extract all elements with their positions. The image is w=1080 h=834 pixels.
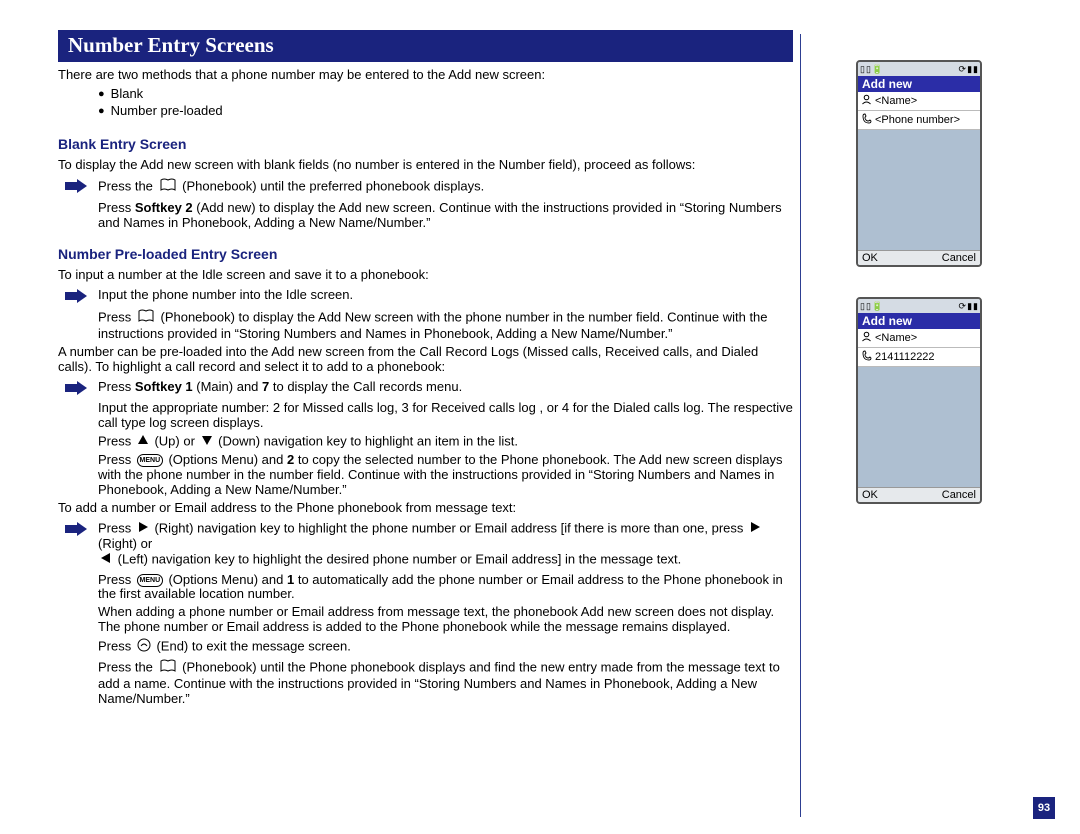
- left-arrow-icon: [100, 552, 112, 568]
- softkey-left[interactable]: OK: [862, 489, 878, 501]
- status-icon: ▯: [860, 301, 865, 312]
- sub-step: Press MENU (Options Menu) and 2 to copy …: [98, 453, 793, 498]
- number-field: <Phone number>: [858, 111, 980, 130]
- page-root: Number Entry Screens There are two metho…: [0, 0, 1080, 834]
- pointing-hand-icon: [63, 288, 95, 304]
- status-icon: ▯: [866, 301, 871, 312]
- step-row: Press Softkey 1 (Main) and 7 to display …: [58, 380, 793, 396]
- up-arrow-icon: [137, 434, 149, 450]
- menu-key-icon: MENU: [137, 574, 163, 587]
- para: To add a number or Email address to the …: [58, 501, 793, 516]
- sub-step: Press (Up) or (Down) navigation key to h…: [98, 434, 793, 450]
- page-number: 93: [1033, 797, 1055, 819]
- step-text: Press (Right) navigation key to highligh…: [98, 521, 793, 568]
- pointing-hand-icon: [63, 380, 95, 396]
- signal-icon: ▮: [973, 64, 978, 75]
- phone-body: [858, 367, 980, 487]
- phone-mock-preloaded: ▯ ▯ 🔋 ⟳ ▮ ▮ Add new <Name>: [856, 297, 982, 504]
- section-header: Number Entry Screens: [58, 30, 793, 62]
- phonebook-icon: [159, 659, 177, 677]
- softkey-right[interactable]: Cancel: [942, 489, 976, 501]
- end-key-icon: [137, 638, 151, 656]
- field-value: <Phone number>: [875, 114, 960, 126]
- right-column: ▯ ▯ 🔋 ⟳ ▮ ▮ Add new <Name>: [856, 60, 986, 534]
- field-value: 2141112222: [875, 351, 935, 363]
- blank-lead: To display the Add new screen with blank…: [58, 158, 793, 173]
- preloaded-heading: Number Pre-loaded Entry Screen: [58, 246, 793, 262]
- blank-heading: Blank Entry Screen: [58, 136, 793, 152]
- step-row: Press (Right) navigation key to highligh…: [58, 521, 793, 568]
- name-field: <Name>: [858, 329, 980, 348]
- right-arrow-icon: [137, 521, 149, 537]
- para: A number can be pre-loaded into the Add …: [58, 345, 793, 375]
- main-column: Number Entry Screens There are two metho…: [58, 30, 793, 710]
- down-arrow-icon: [201, 434, 213, 450]
- right-arrow-icon: [749, 521, 761, 537]
- phone-status-bar: ▯ ▯ 🔋 ⟳ ▮ ▮: [858, 299, 980, 313]
- phone-status-bar: ▯ ▯ 🔋 ⟳ ▮ ▮: [858, 62, 980, 76]
- signal-icon: ▮: [967, 301, 972, 312]
- phonebook-icon: [137, 309, 155, 327]
- sub-step: Input the appropriate number: 2 for Miss…: [98, 401, 793, 431]
- phone-icon: [861, 113, 872, 127]
- status-icon: 🔋: [872, 64, 883, 75]
- bullet-icon: ●: [98, 103, 105, 120]
- step-text: Press Softkey 1 (Main) and 7 to display …: [98, 380, 793, 395]
- list-label: Blank: [111, 86, 144, 103]
- phone-title: Add new: [858, 313, 980, 329]
- preloaded-lead: To input a number at the Idle screen and…: [58, 268, 793, 283]
- pointing-hand-icon: [63, 178, 95, 194]
- softkey-bar: OK Cancel: [858, 250, 980, 265]
- field-value: <Name>: [875, 332, 917, 344]
- person-icon: [861, 94, 872, 108]
- intro-text: There are two methods that a phone numbe…: [58, 68, 793, 83]
- phone-icon: [861, 350, 872, 364]
- list-label: Number pre-loaded: [111, 103, 223, 120]
- phonebook-icon: [159, 178, 177, 196]
- softkey-right[interactable]: Cancel: [942, 252, 976, 264]
- sub-step: When adding a phone number or Email addr…: [98, 605, 793, 635]
- number-field: 2141112222: [858, 348, 980, 367]
- phone-body: [858, 130, 980, 250]
- status-icon: 🔋: [872, 301, 883, 312]
- field-value: <Name>: [875, 95, 917, 107]
- softkey-left[interactable]: OK: [862, 252, 878, 264]
- phone-mock-blank: ▯ ▯ 🔋 ⟳ ▮ ▮ Add new <Name>: [856, 60, 982, 267]
- list-item: ● Blank: [98, 86, 793, 103]
- signal-icon: ▮: [967, 64, 972, 75]
- name-field: <Name>: [858, 92, 980, 111]
- pointing-hand-icon: [63, 521, 95, 537]
- method-list: ● Blank ● Number pre-loaded: [98, 86, 793, 120]
- menu-key-icon: MENU: [137, 454, 163, 467]
- step-text: Press the (Phonebook) until the preferre…: [98, 178, 793, 196]
- sub-step: Press Softkey 2 (Add new) to display the…: [98, 201, 793, 231]
- person-icon: [861, 331, 872, 345]
- list-item: ● Number pre-loaded: [98, 103, 793, 120]
- status-icon: ▯: [866, 64, 871, 75]
- step-row: Input the phone number into the Idle scr…: [58, 288, 793, 304]
- sub-step: Press (End) to exit the message screen.: [98, 638, 793, 656]
- status-icon: ⟳: [959, 301, 967, 312]
- status-icon: ⟳: [959, 64, 967, 75]
- sub-step: Press (Phonebook) to display the Add New…: [98, 309, 793, 342]
- bullet-icon: ●: [98, 86, 105, 103]
- sub-step: Press MENU (Options Menu) and 1 to autom…: [98, 573, 793, 603]
- vertical-divider: [800, 34, 801, 817]
- sub-step: Press the (Phonebook) until the Phone ph…: [98, 659, 793, 707]
- signal-icon: ▮: [973, 301, 978, 312]
- step-text: Input the phone number into the Idle scr…: [98, 288, 793, 303]
- step-row: Press the (Phonebook) until the preferre…: [58, 178, 793, 196]
- softkey-bar: OK Cancel: [858, 487, 980, 502]
- phone-title: Add new: [858, 76, 980, 92]
- status-icon: ▯: [860, 64, 865, 75]
